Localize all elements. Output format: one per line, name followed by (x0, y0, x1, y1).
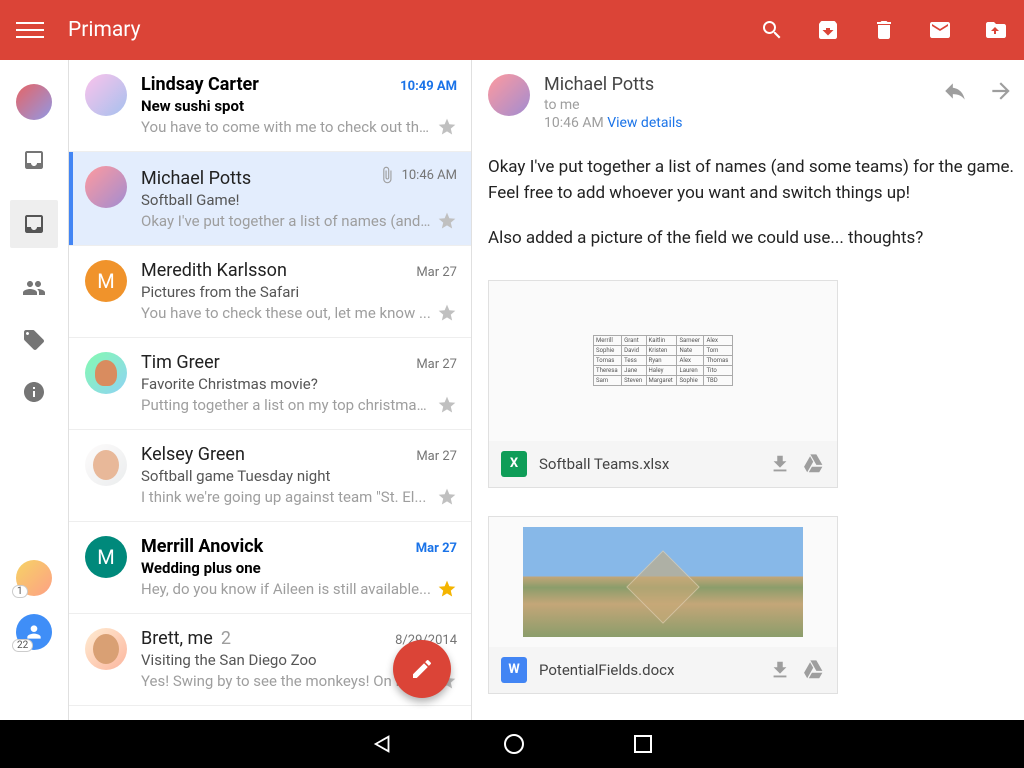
sender-name: Merrill Anovick (141, 536, 263, 557)
star-icon[interactable] (437, 395, 457, 415)
delete-icon[interactable] (872, 18, 896, 42)
sender-avatar[interactable]: M (85, 536, 127, 578)
inbox-all-icon[interactable] (22, 148, 46, 172)
sidebar: 1 22 (0, 60, 68, 720)
email-preview: I think we're going up against team "St.… (141, 488, 431, 506)
xlsx-file-icon: X (501, 451, 527, 477)
drive-icon[interactable] (803, 659, 825, 681)
email-subject: Favorite Christmas movie? (141, 375, 457, 393)
menu-icon[interactable] (16, 16, 44, 44)
search-icon[interactable] (760, 18, 784, 42)
email-subject: Pictures from the Safari (141, 283, 457, 301)
email-time: 10:49 AM (400, 79, 457, 94)
sender-name: Lindsay Carter (141, 74, 259, 95)
account-avatar[interactable] (16, 84, 52, 120)
email-subject: Wedding plus one (141, 559, 457, 577)
spreadsheet-preview: MerrillGrantKaitlinSameerAlexSophieDavid… (593, 335, 733, 386)
sender-avatar[interactable] (85, 444, 127, 486)
android-nav-bar (0, 720, 1024, 768)
email-list-item[interactable]: Lindsay Carter 10:49 AM New sushi spot You … (69, 60, 471, 152)
header-title: Primary (68, 18, 141, 42)
email-preview: Yes! Swing by to see the monkeys! On F (141, 672, 431, 690)
social-category-icon[interactable] (22, 276, 46, 300)
back-nav-icon[interactable] (372, 733, 394, 755)
email-preview: Okay I've put together a list of names (… (141, 212, 431, 230)
thread-count: 2 (221, 628, 231, 649)
home-nav-icon[interactable] (504, 734, 524, 754)
email-list-item[interactable]: M Merrill Anovick Mar 27 Wedding plus one He… (69, 522, 471, 614)
compose-button[interactable] (393, 640, 451, 698)
app-header: Primary (0, 0, 1024, 60)
forward-icon[interactable] (988, 78, 1014, 104)
email-time: Mar 27 (416, 449, 457, 464)
star-icon[interactable] (437, 303, 457, 323)
recipient-line[interactable]: to me (544, 97, 682, 113)
sender-name: Tim Greer (141, 352, 220, 373)
attachment-filename: Softball Teams.xlsx (539, 455, 669, 473)
email-time: Mar 27 (416, 357, 457, 372)
email-list-item[interactable]: Tim Greer Mar 27 Favorite Christmas movie?… (69, 338, 471, 430)
promotions-category-icon[interactable] (22, 328, 46, 352)
mark-unread-icon[interactable] (928, 18, 952, 42)
sender-name: Brett, me (141, 628, 213, 649)
email-time: 10:46 AM (402, 168, 457, 183)
email-subject: Softball Game! (141, 191, 457, 209)
email-subject: New sushi spot (141, 97, 457, 115)
email-list-item[interactable]: Michael Potts 10:46 AM Softball Game! Okay … (69, 152, 471, 246)
email-detail: Michael Potts to me 10:46 AM View detail… (472, 60, 1024, 720)
star-icon[interactable] (437, 487, 457, 507)
field-image-preview (523, 527, 803, 637)
email-preview: You have to check these out, let me know… (141, 304, 431, 322)
email-list-item[interactable]: M Meredith Karlsson Mar 27 Pictures from th… (69, 246, 471, 338)
drive-icon[interactable] (803, 453, 825, 475)
attachment-icon (378, 166, 396, 184)
account-switch-avatar[interactable]: 1 (16, 560, 52, 596)
sender-avatar[interactable] (85, 628, 127, 670)
sender-avatar[interactable]: M (85, 260, 127, 302)
primary-category-icon[interactable] (10, 200, 58, 248)
sender-name: Kelsey Green (141, 444, 245, 465)
email-preview: Hey, do you know if Aileen is still avai… (141, 580, 431, 598)
download-icon[interactable] (769, 659, 791, 681)
recent-nav-icon[interactable] (634, 735, 652, 753)
star-icon[interactable] (437, 211, 457, 231)
info-icon[interactable] (22, 380, 46, 404)
add-account-icon[interactable]: 22 (16, 614, 52, 650)
reply-icon[interactable] (942, 78, 968, 104)
download-icon[interactable] (769, 453, 791, 475)
sender-avatar[interactable] (85, 352, 127, 394)
sender-avatar[interactable] (85, 166, 127, 208)
email-subject: Softball game Tuesday night (141, 467, 457, 485)
star-icon[interactable] (437, 117, 457, 137)
star-icon[interactable] (437, 579, 457, 599)
email-preview: Putting together a list on my top christ… (141, 396, 431, 414)
email-preview: You have to come with me to check out th… (141, 118, 431, 136)
archive-icon[interactable] (816, 18, 840, 42)
email-timestamp: 10:46 AM (544, 115, 604, 131)
sender-name: Michael Potts (141, 168, 251, 189)
view-details-link[interactable]: View details (607, 115, 682, 131)
attachment-filename: PotentialFields.docx (539, 661, 674, 679)
attachment-card[interactable]: MerrillGrantKaitlinSameerAlexSophieDavid… (488, 280, 838, 488)
sender-avatar[interactable] (488, 74, 530, 116)
email-list: Lindsay Carter 10:49 AM New sushi spot You … (68, 60, 472, 720)
attachment-card[interactable]: W PotentialFields.docx (488, 516, 838, 694)
email-time: Mar 27 (416, 541, 457, 556)
email-time: Mar 27 (416, 265, 457, 280)
docx-file-icon: W (501, 657, 527, 683)
sender-avatar[interactable] (85, 74, 127, 116)
email-body: Okay I've put together a list of names (… (488, 155, 1014, 252)
sender-name: Meredith Karlsson (141, 260, 287, 281)
move-to-icon[interactable] (984, 18, 1008, 42)
email-list-item[interactable]: Kelsey Green Mar 27 Softball game Tuesday … (69, 430, 471, 522)
sender-name: Michael Potts (544, 74, 682, 95)
